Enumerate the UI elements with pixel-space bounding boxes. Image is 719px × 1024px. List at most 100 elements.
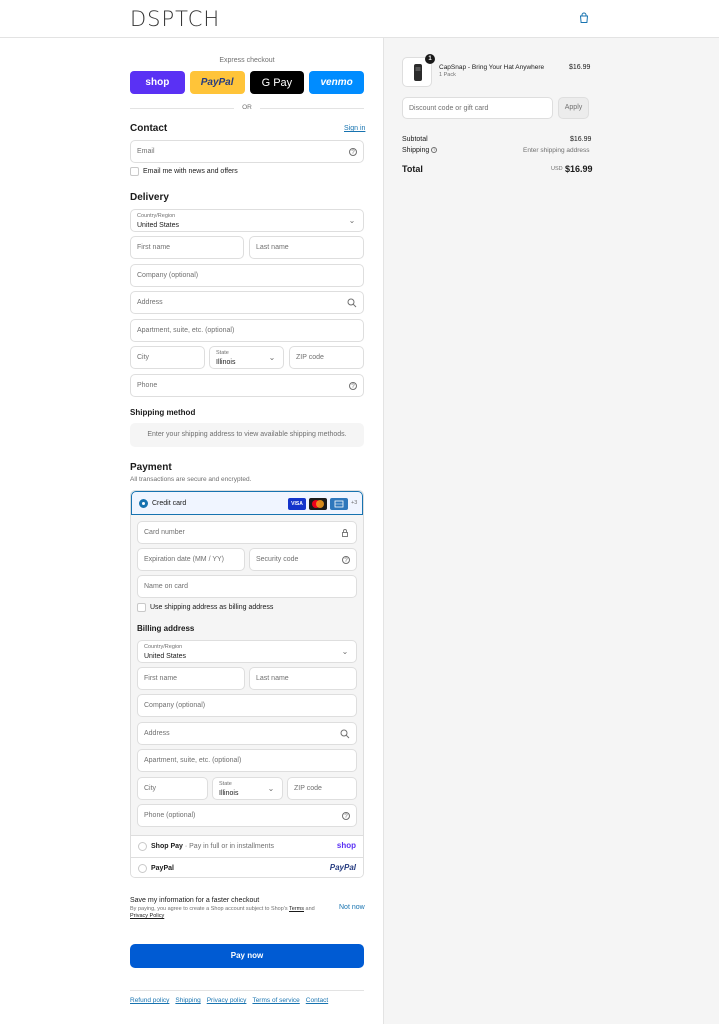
apply-discount-button[interactable]: Apply [558, 97, 589, 119]
billing-address-field[interactable]: Address [137, 722, 357, 745]
help-circle-icon[interactable]: ? [349, 382, 357, 390]
payment-heading: Payment [130, 462, 172, 473]
express-checkout-buttons: shop PayPal G Pay venmo [130, 71, 364, 94]
chevron-down-icon: ⌄ [268, 353, 276, 362]
billing-last-name-field[interactable]: Last name [249, 667, 357, 690]
mastercard-icon [309, 498, 327, 510]
card-number-field[interactable]: Card number [137, 521, 357, 544]
express-checkout-label: Express checkout [219, 57, 275, 64]
billing-state-select[interactable]: State Illinois ⌄ [212, 777, 283, 800]
more-cards-count: +3 [351, 500, 358, 506]
apartment-field[interactable]: Apartment, suite, etc. (optional) [130, 319, 364, 342]
order-summary-pane [383, 38, 719, 1024]
product-name: CapSnap - Bring Your Hat Anywhere [439, 64, 545, 71]
discount-input[interactable]: Discount code or gift card [402, 97, 553, 119]
shipping-method-info: Enter your shipping address to view avai… [130, 423, 364, 447]
billing-apartment-field[interactable]: Apartment, suite, etc. (optional) [137, 749, 357, 772]
help-circle-icon[interactable]: ? [349, 148, 357, 156]
contact-link[interactable]: Contact [306, 997, 328, 1004]
paypal-radio[interactable] [138, 864, 147, 873]
venmo-button[interactable]: venmo [309, 71, 364, 94]
expiration-field[interactable]: Expiration date (MM / YY) [137, 548, 245, 571]
credit-card-form: Card number Expiration date (MM / YY) Se… [131, 515, 363, 837]
phone-field[interactable]: Phone ? [130, 374, 364, 397]
quantity-badge: 1 [425, 54, 435, 64]
state-select[interactable]: State Illinois ⌄ [209, 346, 284, 369]
footer-divider [130, 990, 364, 991]
delivery-heading: Delivery [130, 192, 169, 203]
shop-logo: shop [336, 841, 356, 850]
store-logo[interactable]: DSPTCH [130, 7, 220, 31]
search-icon [340, 729, 350, 739]
header: DSPTCH [0, 0, 719, 38]
use-shipping-checkbox[interactable] [137, 603, 146, 612]
save-info-terms: By paying, you agree to create a Shop ac… [130, 906, 315, 919]
privacy-policy-link[interactable]: Privacy Policy [130, 913, 164, 919]
city-field[interactable]: City [130, 346, 205, 369]
billing-first-name-field[interactable]: First name [137, 667, 245, 690]
shipping-link[interactable]: Shipping [175, 997, 200, 1004]
country-select[interactable]: Country/Region United States ⌄ [130, 209, 364, 232]
billing-company-field[interactable]: Company (optional) [137, 694, 357, 717]
help-circle-icon[interactable]: ? [431, 147, 438, 154]
first-name-field[interactable]: First name [130, 236, 244, 259]
shop-pay-button[interactable]: shop [130, 71, 185, 94]
billing-city-field[interactable]: City [137, 777, 208, 800]
shopping-bag-icon[interactable] [578, 12, 590, 24]
shop-pay-radio[interactable] [138, 842, 147, 851]
paypal-option[interactable]: PayPal PayPal [131, 857, 363, 877]
footer-links: Refund policy Shipping Privacy policy Te… [130, 997, 328, 1004]
lock-icon [342, 529, 348, 537]
credit-card-option[interactable]: Credit card VISA +3 [131, 491, 363, 515]
paypal-button[interactable]: PayPal [189, 71, 245, 94]
visa-icon: VISA [288, 498, 306, 510]
last-name-field[interactable]: Last name [249, 236, 364, 259]
paypal-logo: PayPal [329, 863, 356, 872]
or-divider: OR [130, 103, 364, 113]
search-icon [347, 298, 357, 308]
billing-zip-field[interactable]: ZIP code [287, 777, 357, 800]
help-circle-icon[interactable]: ? [342, 556, 350, 564]
privacy-policy-footer-link[interactable]: Privacy policy [207, 997, 247, 1004]
shipping-method-heading: Shipping method [130, 408, 196, 417]
chevron-down-icon: ⌄ [348, 216, 356, 225]
billing-country-select[interactable]: Country/Region United States ⌄ [137, 640, 357, 663]
refund-policy-link[interactable]: Refund policy [130, 997, 169, 1004]
shipping-label: Shipping ? [402, 147, 438, 154]
total-value: $16.99 [565, 164, 593, 174]
google-pay-button[interactable]: G Pay [249, 71, 305, 94]
save-info-title: Save my information for a faster checkou… [130, 897, 260, 904]
sign-in-link[interactable]: Sign in [344, 125, 365, 132]
billing-phone-field[interactable]: Phone (optional) ? [137, 804, 357, 827]
shipping-value: Enter shipping address [523, 147, 590, 154]
credit-card-label: Credit card [152, 500, 187, 507]
shop-pay-option[interactable]: Shop Pay · Pay in full or in installment… [131, 835, 363, 857]
contact-heading: Contact [130, 123, 168, 134]
address-field[interactable]: Address [130, 291, 364, 314]
terms-of-service-link[interactable]: Terms of service [252, 997, 299, 1004]
billing-address-heading: Billing address [137, 624, 195, 633]
chevron-down-icon: ⌄ [341, 647, 349, 656]
pay-now-button[interactable]: Pay now [130, 944, 364, 968]
product-price: $16.99 [569, 64, 591, 71]
name-on-card-field[interactable]: Name on card [137, 575, 357, 598]
payment-subtitle: All transactions are secure and encrypte… [130, 476, 252, 483]
email-field[interactable]: Email ? [130, 140, 364, 163]
subtotal-label: Subtotal [402, 136, 428, 143]
subtotal-value: $16.99 [570, 136, 592, 143]
zip-field[interactable]: ZIP code [289, 346, 364, 369]
terms-link[interactable]: Terms [289, 906, 304, 912]
security-code-field[interactable]: Security code ? [249, 548, 357, 571]
amex-icon [330, 498, 348, 510]
company-field[interactable]: Company (optional) [130, 264, 364, 287]
chevron-down-icon: ⌄ [267, 784, 275, 793]
product-variant: 1 Pack [439, 72, 456, 78]
newsletter-checkbox[interactable] [130, 167, 139, 176]
payment-methods: Credit card VISA +3 Card number Expirati… [130, 490, 364, 878]
not-now-button[interactable]: Not now [339, 904, 365, 911]
currency-code: USD [551, 166, 563, 172]
credit-card-radio[interactable] [139, 499, 148, 508]
use-shipping-label: Use shipping address as billing address [150, 604, 274, 611]
help-circle-icon[interactable]: ? [342, 812, 350, 820]
total-label: Total [402, 164, 423, 174]
